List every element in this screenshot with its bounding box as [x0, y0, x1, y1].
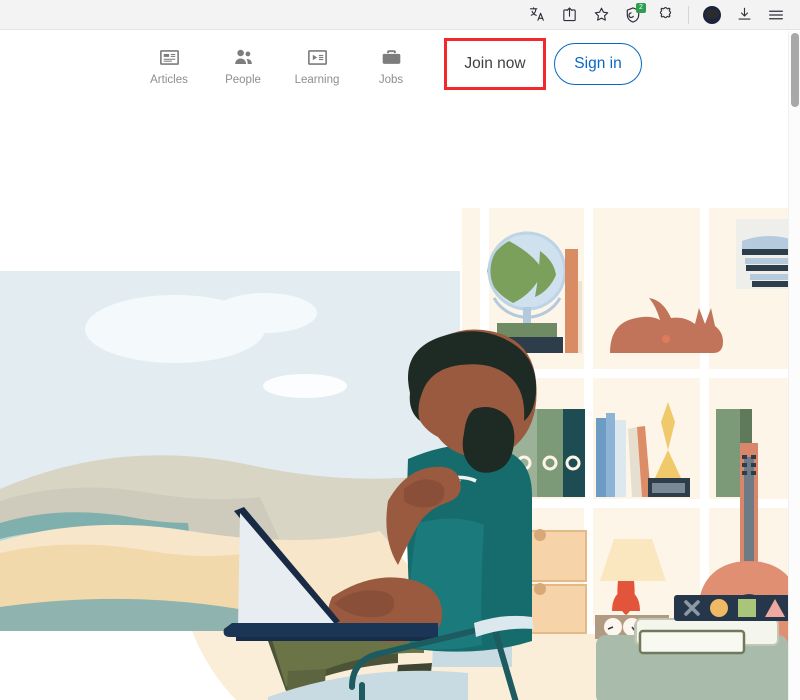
articles-icon [158, 46, 181, 70]
menu-hamburger-icon[interactable] [761, 2, 791, 28]
jobs-icon [380, 46, 403, 70]
browser-window: 2 Articles People Learning Jobs Join now… [0, 0, 800, 700]
share-icon[interactable] [554, 2, 584, 28]
learning-icon [306, 46, 329, 70]
sign-in-button[interactable]: Sign in [554, 42, 642, 85]
join-now-highlight-box: Join now [444, 37, 546, 90]
toolbar-divider [688, 5, 689, 24]
shield-tracker-icon[interactable]: 2 [618, 2, 648, 28]
nav-item-articles[interactable]: Articles [132, 42, 206, 86]
scrollbar-thumb[interactable] [791, 33, 799, 107]
profile-avatar-icon[interactable] [697, 2, 727, 28]
tracker-count-badge: 2 [636, 2, 646, 13]
book-green [716, 409, 740, 497]
nav-label-articles: Articles [150, 73, 188, 86]
web-page: Articles People Learning Jobs Join now S… [0, 31, 788, 700]
shapes-game-box-visible [674, 595, 788, 621]
nav-item-jobs[interactable]: Jobs [354, 42, 428, 86]
nav-label-learning: Learning [294, 73, 340, 86]
hero-illustration [0, 141, 788, 700]
avatar [703, 5, 721, 24]
browser-toolbar: 2 [0, 0, 800, 30]
downloads-icon[interactable] [729, 2, 759, 28]
nav-item-people[interactable]: People [206, 42, 280, 86]
people-icon [232, 46, 255, 70]
nav-label-jobs: Jobs [378, 73, 404, 86]
page-scrollbar[interactable] [788, 31, 800, 700]
nav-item-learning[interactable]: Learning [280, 42, 354, 86]
bookmark-star-icon[interactable] [586, 2, 616, 28]
extensions-puzzle-icon[interactable] [650, 2, 680, 28]
site-navigation: Articles People Learning Jobs Join now S… [0, 31, 788, 96]
nav-label-people: People [225, 73, 261, 86]
join-now-button[interactable]: Join now [464, 55, 525, 73]
translate-icon[interactable] [522, 2, 552, 28]
